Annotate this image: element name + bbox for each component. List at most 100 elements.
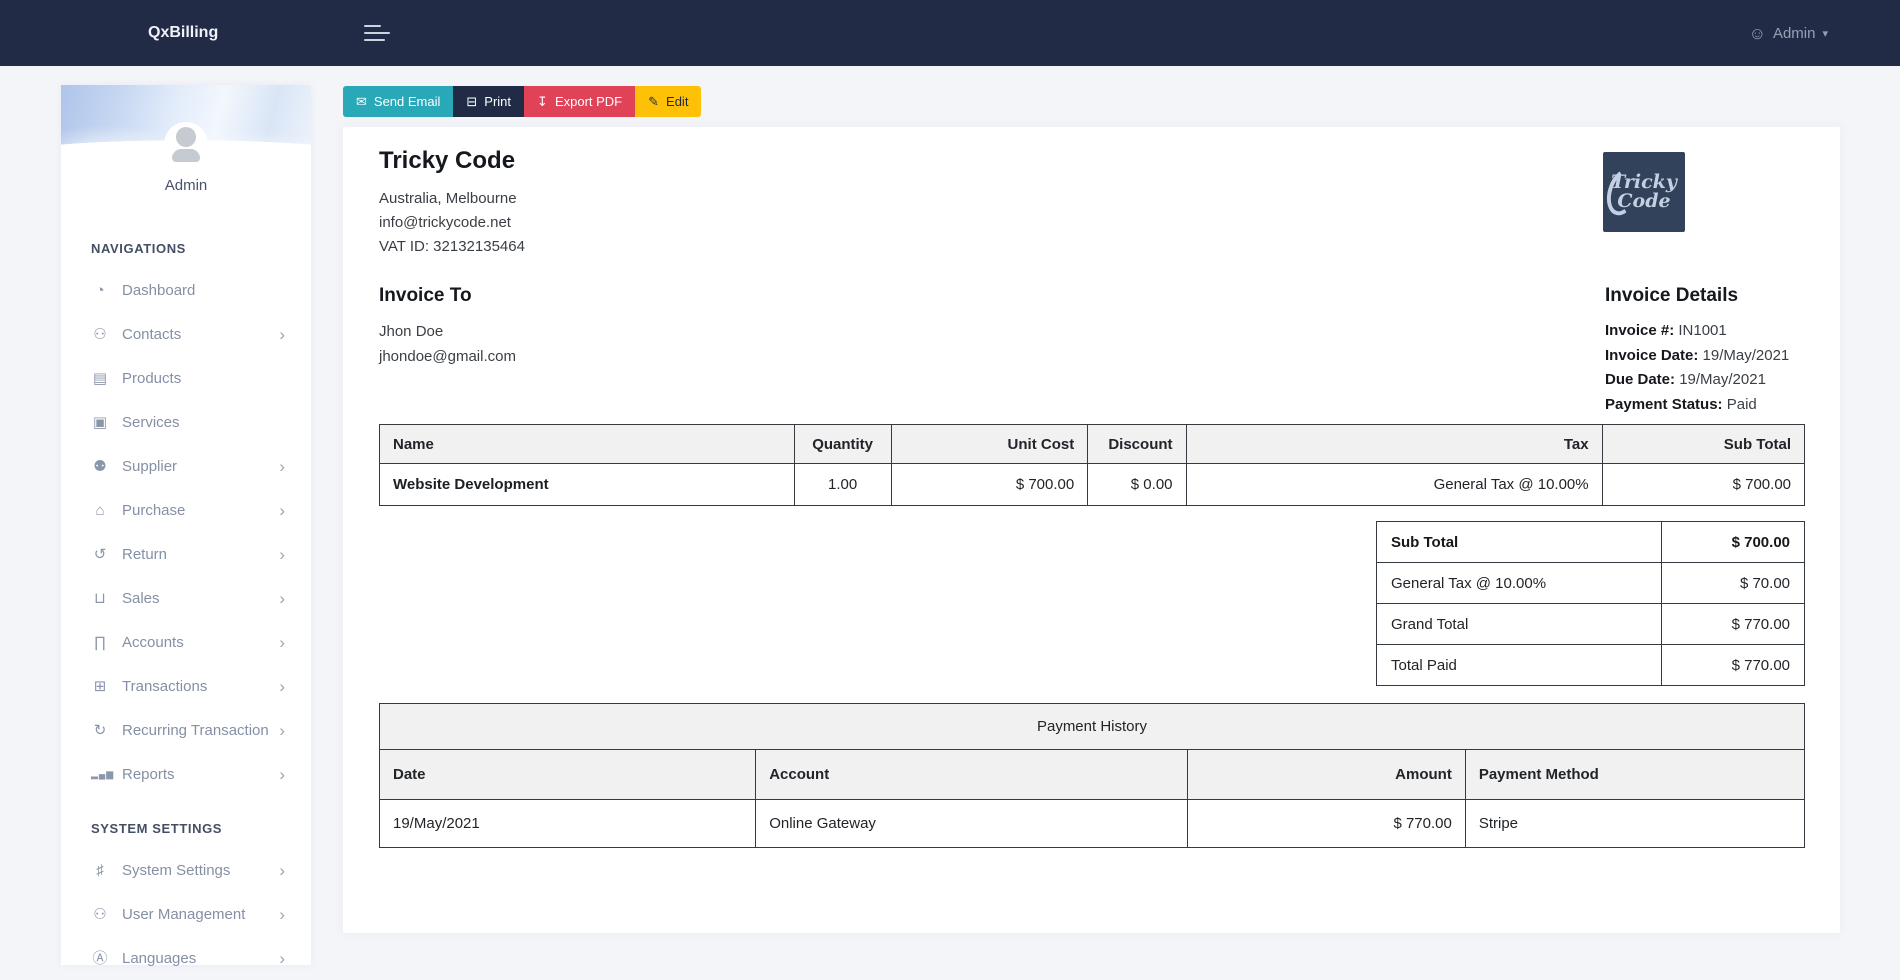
avatar bbox=[164, 122, 208, 166]
col-header-date: Date bbox=[378, 749, 757, 800]
chevron-right-icon: › bbox=[279, 324, 285, 344]
customer-name: Jhon Doe bbox=[379, 323, 444, 340]
sidebar-item-system-settings[interactable]: ♯ System Settings › bbox=[61, 848, 311, 892]
payment-history-title: Payment History bbox=[379, 703, 1805, 750]
item-name: Website Development bbox=[379, 463, 795, 506]
invoice-number: Invoice #: IN1001 bbox=[1605, 322, 1727, 339]
payment-history-table: Payment History Date Account Amount Paym… bbox=[378, 703, 1806, 848]
sidebar-item-reports[interactable]: ▂▄▆ Reports › bbox=[61, 752, 311, 796]
sidebar-item-dashboard[interactable]: ◔ Dashboard bbox=[61, 268, 311, 312]
customer-email: jhondoe@gmail.com bbox=[379, 348, 516, 365]
company-info: Tricky Code Australia, Melbourne info@tr… bbox=[379, 147, 525, 259]
return-icon: ↺ bbox=[93, 545, 107, 563]
top-navbar: QxBilling ☺ Admin ▾ bbox=[0, 0, 1900, 66]
section-navigations: Navigations bbox=[91, 241, 186, 256]
chevron-right-icon: › bbox=[279, 500, 285, 520]
item-sub-total: $ 700.00 bbox=[1601, 463, 1806, 506]
sidebar-item-transactions[interactable]: ⊞ Transactions › bbox=[61, 664, 311, 708]
invoice-action-toolbar: ✉ Send Email ⊟ Print ↧ Export PDF ✎ Edit bbox=[343, 86, 702, 117]
chevron-right-icon: › bbox=[279, 860, 285, 880]
sidebar: Admin Navigations ◔ Dashboard ⚇ Contacts… bbox=[61, 85, 311, 967]
services-icon: ▣ bbox=[92, 413, 108, 431]
invoice-details-block: Invoice Details Invoice #: IN1001 Invoic… bbox=[1605, 285, 1837, 417]
sidebar-item-accounts[interactable]: ∏ Accounts › bbox=[61, 620, 311, 664]
invoice-date: Invoice Date: 19/May/2021 bbox=[1605, 346, 1790, 364]
user-circle-icon: ☺ bbox=[1748, 23, 1766, 43]
profile-name: Admin bbox=[164, 177, 208, 194]
send-email-button[interactable]: ✉ Send Email bbox=[343, 86, 454, 117]
edit-button[interactable]: ✎ Edit bbox=[635, 86, 702, 117]
col-header-unit-cost: Unit Cost bbox=[890, 424, 1089, 464]
caret-down-icon: ▾ bbox=[1822, 27, 1828, 40]
purchase-icon: ⌂ bbox=[95, 501, 105, 519]
totals-row-grand-total: Grand Total $ 770.00 bbox=[1376, 603, 1806, 645]
item-discount: $ 0.00 bbox=[1087, 463, 1187, 506]
sidebar-item-recurring-transaction[interactable]: ↻ Recurring Transaction › bbox=[61, 708, 311, 752]
sidebar-item-languages[interactable]: Ⓐ Languages › bbox=[61, 936, 311, 980]
item-quantity: 1.00 bbox=[793, 463, 892, 506]
print-button[interactable]: ⊟ Print bbox=[453, 86, 525, 117]
chevron-right-icon: › bbox=[279, 588, 285, 608]
chevron-right-icon: › bbox=[279, 544, 285, 564]
col-header-sub-total: Sub Total bbox=[1601, 424, 1806, 464]
sidebar-item-services[interactable]: ▣ Services bbox=[61, 400, 311, 444]
admin-dropdown-label: Admin bbox=[1772, 24, 1816, 42]
totals-row-total-paid: Total Paid $ 770.00 bbox=[1376, 644, 1806, 686]
sidebar-item-contacts[interactable]: ⚇ Contacts › bbox=[61, 312, 311, 356]
item-tax: General Tax @ 10.00% bbox=[1185, 463, 1603, 506]
reports-icon: ▂▄▆ bbox=[91, 768, 115, 779]
sidebar-item-purchase[interactable]: ⌂ Purchase › bbox=[61, 488, 311, 532]
due-date: Due Date: 19/May/2021 bbox=[1605, 371, 1766, 388]
payment-status-value: Paid bbox=[1726, 395, 1757, 413]
payment-status: Payment Status: Paid bbox=[1605, 395, 1757, 413]
supplier-icon: ⚉ bbox=[93, 457, 107, 475]
payment-account: Online Gateway bbox=[755, 799, 1188, 848]
totals-row-tax: General Tax @ 10.00% $ 70.00 bbox=[1376, 562, 1806, 604]
export-pdf-button[interactable]: ↧ Export PDF bbox=[524, 86, 636, 117]
brand-logo[interactable]: QxBilling bbox=[148, 24, 218, 42]
col-header-quantity: Quantity bbox=[793, 424, 892, 464]
print-icon: ⊟ bbox=[466, 94, 478, 109]
invoice-totals-table: Sub Total $ 700.00 General Tax @ 10.00% … bbox=[1376, 521, 1806, 686]
sidebar-item-sales[interactable]: ⊔ Sales › bbox=[61, 576, 311, 620]
invoice-to-title: Invoice To bbox=[379, 285, 472, 306]
payment-date: 19/May/2021 bbox=[378, 799, 757, 848]
export-pdf-icon: ↧ bbox=[537, 94, 548, 109]
company-location: Australia, Melbourne bbox=[379, 190, 517, 207]
user-management-icon: ⚇ bbox=[93, 905, 107, 923]
chevron-right-icon: › bbox=[279, 456, 285, 476]
payment-amount: $ 770.00 bbox=[1186, 799, 1466, 848]
col-header-account: Account bbox=[755, 749, 1188, 800]
sidebar-item-products[interactable]: ▤ Products bbox=[61, 356, 311, 400]
chevron-right-icon: › bbox=[279, 632, 285, 652]
company-email: info@trickycode.net bbox=[379, 214, 511, 231]
chevron-right-icon: › bbox=[279, 904, 285, 924]
hamburger-menu-icon[interactable] bbox=[364, 25, 391, 41]
col-header-tax: Tax bbox=[1185, 424, 1603, 464]
system-settings-icon: ♯ bbox=[96, 861, 104, 879]
col-header-discount: Discount bbox=[1087, 424, 1187, 464]
admin-dropdown[interactable]: ☺ Admin ▾ bbox=[1749, 25, 1828, 42]
chevron-right-icon: › bbox=[279, 948, 285, 968]
profile-header-banner bbox=[61, 85, 311, 166]
totals-row-sub-total: Sub Total $ 700.00 bbox=[1376, 521, 1806, 563]
send-email-icon: ✉ bbox=[356, 94, 367, 109]
chevron-right-icon: › bbox=[279, 764, 285, 784]
edit-icon: ✎ bbox=[648, 94, 660, 109]
item-row: Website Development 1.00 $ 700.00 $ 0.00… bbox=[379, 463, 1806, 506]
languages-icon: Ⓐ bbox=[92, 949, 108, 967]
invoice-card: Tricky Code Australia, Melbourne info@tr… bbox=[343, 127, 1840, 933]
transactions-icon: ⊞ bbox=[93, 677, 107, 695]
contacts-icon: ⚇ bbox=[93, 325, 107, 343]
company-vat: VAT ID: 32132135464 bbox=[379, 238, 525, 255]
sidebar-item-user-management[interactable]: ⚇ User Management › bbox=[61, 892, 311, 936]
col-header-payment-method: Payment Method bbox=[1464, 749, 1806, 800]
payment-row: 19/May/2021 Online Gateway $ 770.00 Stri… bbox=[378, 799, 1806, 848]
dashboard-icon: ◔ bbox=[95, 281, 105, 299]
chevron-right-icon: › bbox=[279, 720, 285, 740]
invoice-details-title: Invoice Details bbox=[1605, 285, 1739, 306]
products-icon: ▤ bbox=[92, 369, 108, 387]
sidebar-item-supplier[interactable]: ⚉ Supplier › bbox=[61, 444, 311, 488]
payment-method: Stripe bbox=[1464, 799, 1806, 848]
sidebar-item-return[interactable]: ↺ Return › bbox=[61, 532, 311, 576]
